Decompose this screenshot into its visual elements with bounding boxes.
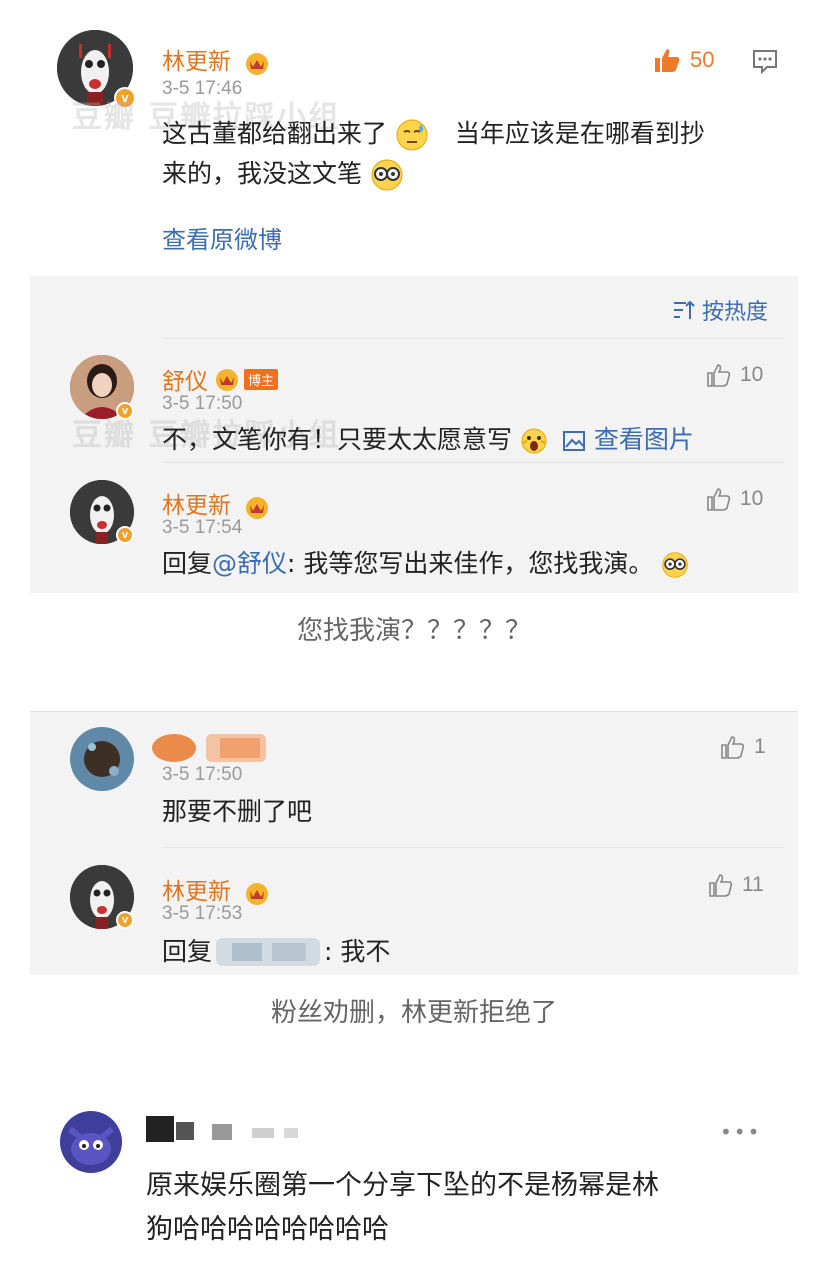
author-name-text: 林更新 [162, 879, 231, 905]
thumbs-up-icon [707, 488, 731, 511]
view-original-link[interactable]: 查看原微博 [162, 220, 282, 255]
timestamp: 3-5 17:54 [162, 517, 243, 538]
caption: 粉丝劝删，林更新拒绝了 [270, 998, 557, 1028]
shocked-emoji-icon [521, 428, 547, 454]
timestamp: 3-5 17:50 [162, 764, 243, 785]
thumbs-up-icon [721, 736, 745, 759]
author-name[interactable]: 林更新 [162, 486, 270, 520]
glasses-emoji-icon [662, 552, 689, 578]
sweat-emoji-icon [396, 119, 428, 151]
like-button[interactable]: 10 [706, 362, 763, 388]
reply-prefix: 回复 [162, 937, 213, 966]
like-count: 10 [740, 363, 764, 386]
comment-text-segment: : 我不 [324, 937, 391, 966]
comment-text: 原来娱乐圈第一个分享下坠的不是杨幂是林 狗哈哈哈哈哈哈哈哈 [146, 1164, 796, 1252]
cartoon-avatar-icon [60, 1111, 122, 1173]
user-avatar-icon [70, 727, 134, 791]
like-button[interactable]: 10 [706, 486, 763, 512]
divider [162, 338, 784, 339]
timestamp: 3-5 17:53 [162, 903, 243, 924]
author-name-text: 舒仪 [162, 369, 208, 395]
thumbs-up-icon [709, 874, 733, 897]
replies-panel [30, 711, 798, 975]
glasses-emoji-icon [371, 159, 403, 191]
reply-prefix: 回复 [162, 549, 213, 578]
comment-text: 回复 : 我不 [162, 932, 390, 972]
sort-label: 按热度 [702, 300, 769, 325]
like-count: 11 [742, 873, 764, 896]
author-name-text: 林更新 [162, 493, 231, 519]
crown-badge-icon [216, 369, 238, 391]
comment-icon[interactable] [752, 48, 778, 74]
caption: 您找我演？？？？？ [296, 616, 531, 646]
mention-link[interactable]: @舒仪 [212, 549, 287, 578]
post-text-segment: 当年应该是在哪看到抄 [454, 119, 705, 148]
comment-text-segment: : 我等您写出来佳作，您找我演。 [287, 549, 654, 578]
comment-text-segment: 不，文笔你有！只要太太愿意写 [162, 425, 513, 454]
thumbs-up-icon [707, 364, 731, 387]
crown-badge-icon [246, 882, 269, 905]
crown-badge-icon [246, 496, 269, 519]
view-image-label: 查看图片 [593, 425, 694, 454]
comment-text-segment: 原来娱乐圈第一个分享下坠的不是杨幂是林 [146, 1170, 659, 1201]
like-count: 50 [690, 47, 715, 72]
author-name[interactable]: 舒仪 博主 [162, 362, 279, 396]
blurred-username-icon [152, 734, 266, 762]
verified-badge-icon: v [116, 526, 134, 544]
post-text-segment: 这古董都给翻出来了 [162, 119, 388, 148]
author-name[interactable]: 林更新 [162, 42, 270, 76]
comment-text: 回复@舒仪: 我等您写出来佳作，您找我演。 [162, 544, 689, 584]
like-button[interactable]: 11 [708, 872, 764, 898]
more-options-button[interactable]: ••• [720, 1120, 761, 1144]
sort-by-hot-button[interactable]: 按热度 [672, 294, 768, 326]
comment-text-segment: 狗哈哈哈哈哈哈哈哈 [146, 1214, 389, 1245]
divider [162, 847, 784, 848]
image-icon [562, 431, 585, 451]
author-name[interactable]: 林更新 [162, 872, 270, 906]
like-button[interactable]: 1 [720, 734, 766, 760]
crown-badge-icon [246, 52, 269, 75]
blurred-mention-icon[interactable] [212, 934, 324, 970]
view-image-link[interactable]: 查看图片 [562, 425, 694, 454]
divider [30, 711, 798, 712]
avatar[interactable] [70, 727, 134, 791]
thumbs-up-icon [655, 49, 680, 72]
verified-badge-icon: v [116, 911, 134, 929]
comment-text: 那要不删了吧 [162, 797, 313, 826]
blurred-username-icon [146, 1116, 298, 1142]
post-text-segment: 来的，我没这文笔 [162, 159, 363, 188]
divider [162, 462, 784, 463]
like-count: 10 [740, 487, 764, 510]
sort-icon [674, 300, 695, 319]
blogger-tag: 博主 [244, 368, 279, 390]
comment-text: 不，文笔你有！只要太太愿意写 查看图片 [162, 420, 694, 460]
author-name-text: 林更新 [162, 49, 231, 75]
post-text: 这古董都给翻出来了 当年应该是在哪看到抄 来的，我没这文笔 [162, 114, 792, 194]
avatar[interactable] [60, 1111, 122, 1173]
like-count: 1 [754, 735, 766, 758]
like-button[interactable]: 50 [652, 46, 714, 74]
